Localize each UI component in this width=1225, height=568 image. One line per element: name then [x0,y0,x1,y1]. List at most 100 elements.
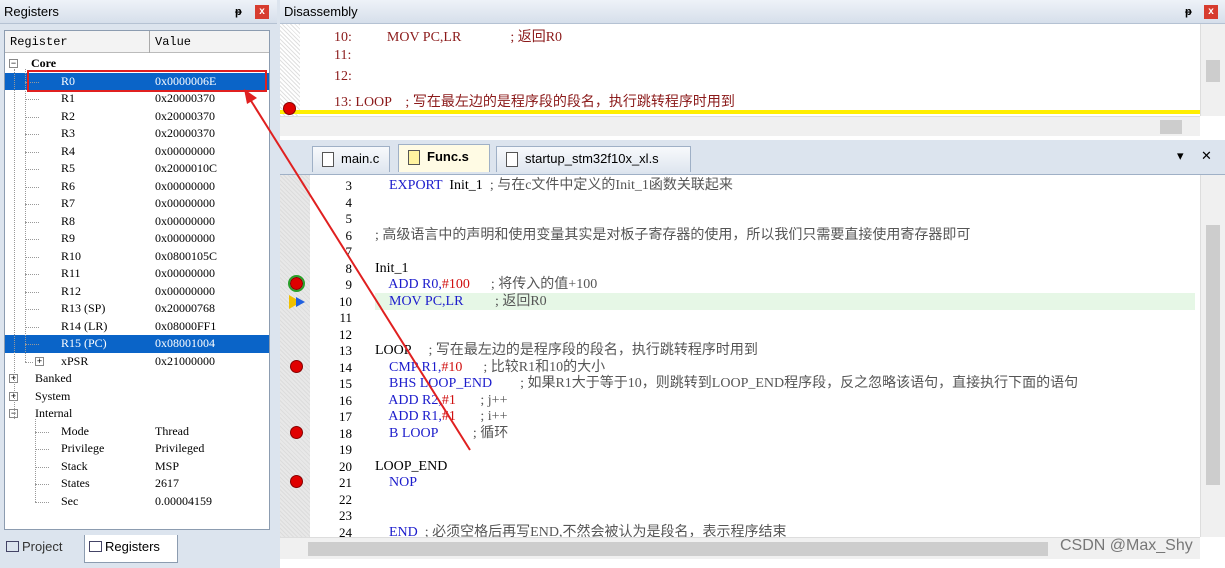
column-register[interactable]: Register [5,31,150,53]
register-row[interactable]: R13 (SP) 0x20000768 [5,300,269,318]
register-row[interactable]: R2 0x20000370 [5,108,269,126]
code-line[interactable]: 22 [280,491,1195,508]
register-row[interactable]: System [5,388,269,406]
register-row[interactable]: Banked [5,370,269,388]
register-row[interactable]: R15 (PC) 0x08001004 [5,335,269,353]
disassembly-line[interactable]: 12: [320,69,352,85]
register-row[interactable]: R4 0x00000000 [5,143,269,161]
breakpoint-icon[interactable] [283,102,296,115]
pin-icon[interactable]: ᵽ [235,0,242,24]
disassembly-code[interactable]: 10: MOV PC,LR ; 返回R0 11: 12: 13: LOOP ; … [280,24,1200,116]
tab-main-c[interactable]: main.c [312,146,390,172]
code-line[interactable]: 3 EXPORT Init_1 ; 与在c文件中定义的Init_1函数关联起来 [280,177,1195,194]
close-disassembly-button[interactable]: x [1204,5,1218,19]
register-value: 0x00000000 [155,196,215,210]
code-line[interactable]: 10 MOV PC,LR ; 返回R0 [339,292,1195,310]
breakpoint-icon[interactable] [290,359,303,373]
tab-startup-s[interactable]: startup_stm32f10x_xl.s [496,146,691,172]
file-icon [506,152,518,167]
register-name: R11 [61,266,81,280]
tab-label: startup_stm32f10x_xl.s [525,151,659,166]
register-row[interactable]: R5 0x2000010C [5,160,269,178]
disassembly-hscroll[interactable] [280,116,1200,136]
register-name: R1 [61,91,76,105]
code-line[interactable]: 23 [280,507,1195,524]
register-value: Privileged [155,441,205,455]
register-row[interactable]: R7 0x00000000 [5,195,269,213]
code-line[interactable]: 13 LOOP ; 写在最左边的是程序段的段名，执行跳转程序时用到 [280,342,1195,359]
code-line[interactable]: 9 ADD R0,#100 ; 将传入的值+100 [280,276,1195,293]
code-line[interactable]: 6 ; 高级语言中的声明和使用变量其实是对板子寄存器的使用，所以我们只需要直接使用… [280,227,1195,244]
scroll-thumb[interactable] [1206,225,1220,485]
line-number: 22 [339,491,352,507]
disassembly-line[interactable]: 11: [320,48,351,64]
register-value: MSP [155,458,180,473]
scroll-thumb[interactable] [1160,120,1182,134]
disassembly-vscroll[interactable] [1200,24,1225,116]
tab-label: main.c [341,151,380,166]
pin-icon[interactable]: ᵽ [1185,0,1192,24]
code-line[interactable]: 4 [280,194,1195,211]
register-row[interactable]: xPSR 0x21000000 [5,353,269,371]
register-row[interactable]: R14 (LR) 0x08000FF1 [5,318,269,336]
tab-project[interactable]: Project [2,535,80,563]
expand-icon[interactable]: + [35,356,44,366]
code-line[interactable]: 17 ADD R1,#1 ; i++ [280,408,1195,425]
editor-vscroll[interactable] [1200,175,1225,537]
breakpoint-icon[interactable] [290,425,303,439]
register-value: 0x20000370 [155,108,215,123]
project-icon [6,541,19,552]
line-number: 16 [339,392,352,408]
register-row[interactable]: R0 0x0000006E [5,72,269,90]
scroll-thumb[interactable] [1206,60,1220,82]
code-editor[interactable]: 3 EXPORT Init_1 ; 与在c文件中定义的Init_1函数关联起来 4… [280,174,1225,568]
code-text: B LOOP ; 循环 [375,425,509,441]
column-value[interactable]: Value [150,31,269,53]
breakpoint-icon[interactable] [290,475,303,488]
scroll-thumb[interactable] [308,542,1048,556]
register-row[interactable]: R3 0x20000370 [5,125,269,143]
tab-registers[interactable]: Registers [84,535,178,563]
register-row[interactable]: Internal [5,405,269,423]
code-line[interactable]: 20 LOOP_END [280,458,1195,475]
register-name: Internal [35,406,73,420]
disassembly-line[interactable]: 13: LOOP ; 写在最左边的是程序段的段名，执行跳转程序时用到 [320,91,735,111]
line-number: 18 [339,425,352,441]
code-line[interactable]: 5 [280,210,1195,227]
code-line[interactable]: 18 B LOOP ; 循环 [280,425,1195,442]
line-number: 8 [345,260,353,276]
register-row[interactable]: R10 0x0800105C [5,248,269,266]
register-row[interactable]: Core [5,55,269,73]
code-line[interactable]: 8 Init_1 [280,260,1195,277]
code-line[interactable]: 14 CMP R1,#10 ; 比较R1和10的大小 [280,359,1195,376]
code-text: Init_1 [375,260,409,276]
register-row[interactable]: R11 0x00000000 [5,265,269,283]
close-editor-icon[interactable]: ✕ [1201,148,1212,164]
registers-tree[interactable]: Register Value − Core R0 0x0000006E R1 0x2000… [4,30,270,530]
register-row[interactable]: R12 0x00000000 [5,283,269,301]
register-value: 0x00000000 [155,266,215,280]
register-name: R14 (LR) [61,318,108,333]
code-line[interactable]: 7 [280,243,1195,260]
disassembly-panel: Disassembly ᵽ x 10: MOV PC,LR ; 返回R0 11:… [280,0,1225,140]
register-name: R13 (SP) [61,301,106,315]
code-line[interactable]: 19 [280,441,1195,458]
breakpoint-icon[interactable] [288,275,305,292]
register-row[interactable]: R9 0x00000000 [5,230,269,248]
close-registers-button[interactable]: x [255,5,269,19]
code-line[interactable]: 12 [280,326,1195,343]
tab-menu-icon[interactable]: ▾ [1177,148,1184,164]
tab-label: Func.s [427,149,469,164]
code-line[interactable]: 11 [280,309,1195,326]
register-row[interactable]: R6 0x00000000 [5,178,269,196]
register-row[interactable]: R8 0x00000000 [5,213,269,231]
register-row[interactable]: R1 0x20000370 [5,90,269,108]
code-line[interactable]: 16 ADD R2,#1 ; j++ [280,392,1195,409]
code-line[interactable]: 21 NOP [280,474,1195,491]
disassembly-line[interactable]: 10: MOV PC,LR ; 返回R0 [320,26,562,46]
code-line[interactable]: 15 BHS LOOP_END ; 如果R1大于等于10，则跳转到LOOP_EN… [280,375,1195,392]
tab-func-s[interactable]: Func.s [398,144,490,172]
register-name: R10 [61,248,82,263]
register-value: 0x00000000 [155,178,215,193]
register-name: R2 [61,108,76,123]
